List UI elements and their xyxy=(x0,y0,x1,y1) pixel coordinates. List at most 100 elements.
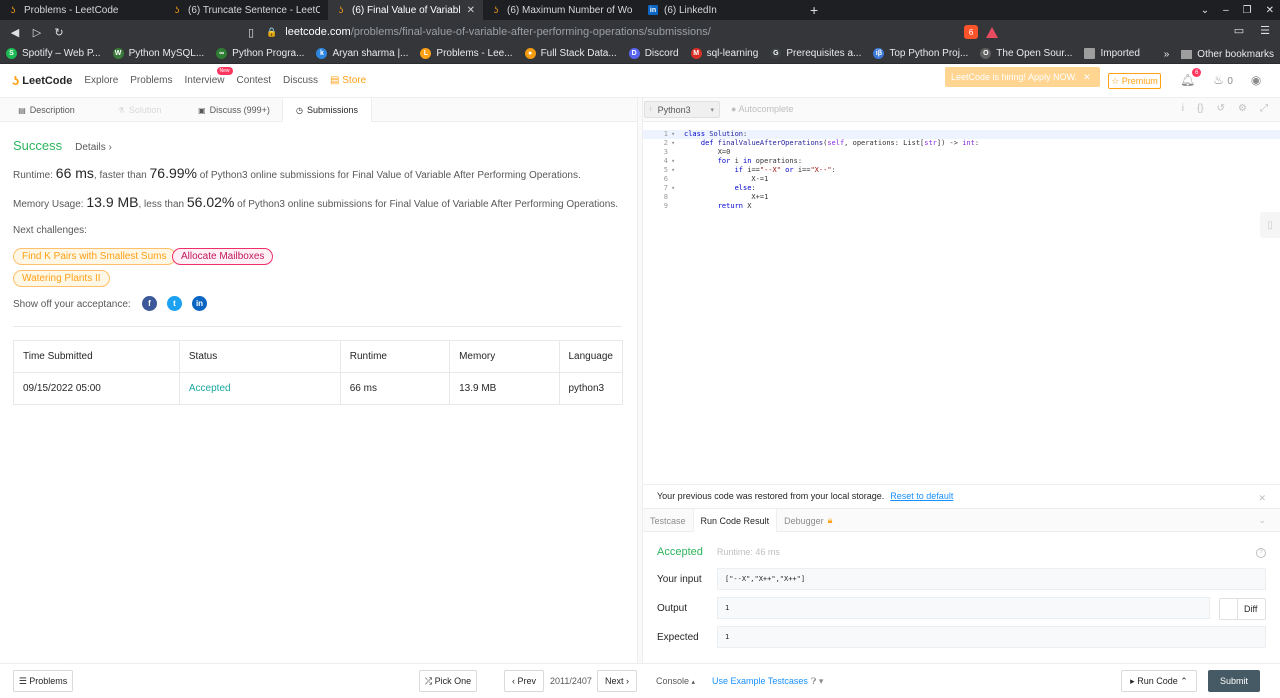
divider xyxy=(13,326,622,327)
problems-button[interactable]: ☰ Problems xyxy=(13,670,73,692)
language-select[interactable]: i Python3 ▾ xyxy=(644,101,720,118)
bookmark-spotify[interactable]: S Spotify – Web P... xyxy=(0,48,107,59)
tab-submissions[interactable]: ◷ Submissions xyxy=(282,98,372,122)
next-button[interactable]: Next › xyxy=(597,670,637,692)
bookmark-discord[interactable]: D Discord xyxy=(623,48,685,59)
code-line: 5 ▾ if i=="--X" or i=="X--": xyxy=(663,166,836,175)
leetcode-logo[interactable]: ʖ LeetCode xyxy=(12,73,72,88)
braces-icon[interactable]: {} xyxy=(1197,103,1204,114)
fold-icon[interactable]: ▾ xyxy=(670,166,684,175)
bookmark-icon[interactable]: ▯ xyxy=(248,26,254,39)
run-status: Accepted xyxy=(657,546,703,558)
tab-debugger[interactable]: Debugger 🔒︎ xyxy=(777,509,839,532)
browser-tab-truncate-sentence[interactable]: ʖ (6) Truncate Sentence - LeetCo xyxy=(164,0,328,20)
more-bookmarks-icon[interactable]: » xyxy=(1164,49,1170,60)
browser-tab-linkedin[interactable]: in (6) LinkedIn xyxy=(640,0,800,20)
bookmark-prerequisites[interactable]: G Prerequisites a... xyxy=(764,48,867,59)
nav-interview[interactable]: Interview New xyxy=(185,67,233,86)
use-example-testcases-link[interactable]: Use Example Testcases xyxy=(712,676,808,686)
fold-icon[interactable]: ▾ xyxy=(670,157,684,166)
autocomplete-toggle[interactable]: ● Autocomplete xyxy=(731,104,794,114)
forward-icon[interactable]: ▷ xyxy=(26,26,48,39)
col-language: Language xyxy=(558,340,623,373)
tab-description[interactable]: ▤ Description xyxy=(0,98,93,122)
chevron-down-icon: ▾ xyxy=(710,106,714,114)
back-icon[interactable]: ◀ xyxy=(4,26,26,39)
close-icon[interactable]: ✕ xyxy=(1258,493,1266,504)
bookmark-top-python-projects[interactable]: iβ Top Python Proj... xyxy=(867,48,974,59)
close-window-icon[interactable]: ✕ xyxy=(1266,5,1274,16)
restore-window-icon[interactable]: ❐ xyxy=(1243,5,1252,16)
leetcode-icon: ʖ xyxy=(338,5,344,15)
bookmark-imported[interactable]: Imported xyxy=(1078,48,1145,59)
nav-explore[interactable]: Explore xyxy=(84,75,118,86)
editor-icons: i {} ↺ ⚙ ⤢ xyxy=(1182,103,1268,114)
brave-rewards-icon[interactable] xyxy=(986,26,999,38)
nav-contest[interactable]: Contest xyxy=(237,75,271,86)
reset-icon[interactable]: ↺ xyxy=(1217,103,1225,114)
bookmark-open-source[interactable]: O The Open Sour... xyxy=(974,48,1078,59)
fold-icon[interactable]: ▾ xyxy=(670,184,684,193)
bookmark-python-mysql[interactable]: W Python MySQL... xyxy=(107,48,211,59)
browser-tab-problems[interactable]: ʖ Problems - LeetCode xyxy=(0,0,164,20)
info-icon[interactable]: i xyxy=(1182,103,1184,114)
tab-run-code-result[interactable]: Run Code Result xyxy=(692,509,778,532)
avatar[interactable]: ◉ xyxy=(1251,73,1261,87)
bookmark-aryan-sharma[interactable]: k Aryan sharma |... xyxy=(310,48,414,59)
chevron-down-icon[interactable]: ⌄ xyxy=(1258,515,1266,526)
close-icon[interactable]: ✕ xyxy=(1083,72,1091,83)
brave-shield-icon[interactable]: 6 xyxy=(964,25,979,39)
menu-icon[interactable]: ☰ xyxy=(1260,24,1270,37)
challenge-find-k-pairs[interactable]: Find K Pairs with Smallest Sums xyxy=(13,248,176,265)
other-bookmarks[interactable]: Other bookmarks xyxy=(1197,49,1274,60)
console-toggle[interactable]: Console ▴ xyxy=(656,676,695,686)
tab-testcase[interactable]: Testcase xyxy=(643,509,693,532)
bookmark-python-programs[interactable]: ∞ Python Progra... xyxy=(210,48,310,59)
discord-icon: D xyxy=(628,48,640,59)
url-field[interactable]: 🔒 leetcode.com/problems/final-value-of-v… xyxy=(266,23,954,41)
bookmark-problems-leetcode[interactable]: L Problems - Lee... xyxy=(414,48,518,59)
fold-icon[interactable]: ▾ xyxy=(670,139,684,148)
browser-tab-maximum-words[interactable]: ʖ (6) Maximum Number of Words xyxy=(483,0,640,20)
browser-tab-final-value[interactable]: ʖ (6) Final Value of Variable Af ✕ xyxy=(328,0,483,20)
output-label: Output xyxy=(657,603,688,614)
settings-icon[interactable]: ⚙ xyxy=(1238,103,1247,114)
help-icon[interactable]: ? xyxy=(1256,548,1266,558)
fullscreen-icon[interactable]: ⤢ xyxy=(1260,103,1268,114)
nav-discuss[interactable]: Discuss xyxy=(283,75,318,86)
help-icon[interactable]: ❓︎ ▾ xyxy=(811,676,823,687)
reload-icon[interactable]: ↻ xyxy=(48,26,70,39)
diff-toggle[interactable]: Diff xyxy=(1219,598,1266,620)
tab-discuss[interactable]: ▣ Discuss (999+) xyxy=(186,98,282,122)
nav-problems[interactable]: Problems xyxy=(130,75,172,86)
challenge-allocate-mailboxes[interactable]: Allocate Mailboxes xyxy=(172,248,274,265)
bookmarks-right: » Other bookmarks xyxy=(1164,44,1274,64)
details-link[interactable]: Details › xyxy=(75,142,112,153)
side-panel-toggle-icon[interactable]: ▯ xyxy=(1260,212,1280,238)
run-code-button[interactable]: ▸ Run Code ⌃ xyxy=(1121,670,1197,692)
facebook-icon[interactable]: f xyxy=(142,296,157,311)
streak-icon[interactable]: ♨ 0 xyxy=(1213,73,1233,87)
fold-icon[interactable]: ▾ xyxy=(670,130,684,139)
premium-button[interactable]: ☆ Premium xyxy=(1108,73,1161,89)
cell-status-link[interactable]: Accepted xyxy=(178,372,341,405)
nav-store[interactable]: ▤ Store xyxy=(330,75,366,86)
reset-to-default-link[interactable]: Reset to default xyxy=(890,491,953,501)
flask-icon: ⚗ xyxy=(117,105,125,115)
new-tab-icon[interactable]: + xyxy=(800,2,828,18)
wallet-icon[interactable]: ▭ xyxy=(1234,24,1244,37)
prev-button[interactable]: ‹ Prev xyxy=(504,670,544,692)
tab-search-icon[interactable]: ⌄ xyxy=(1201,5,1209,16)
code-editor[interactable]: 1 ▾ class Solution: 2 ▾ def finalValueAfter… xyxy=(643,122,1280,484)
bookmark-sql-learning[interactable]: Msql-learning xyxy=(685,48,765,59)
twitter-icon[interactable]: t xyxy=(167,296,182,311)
bookmark-full-stack-data[interactable]: ● Full Stack Data... xyxy=(519,48,623,59)
submit-button[interactable]: Submit xyxy=(1208,670,1260,692)
minimize-icon[interactable]: – xyxy=(1223,5,1229,16)
pick-one-button[interactable]: ⤮ Pick One xyxy=(419,670,477,692)
hiring-banner[interactable]: LeetCode is hiring! Apply NOW. ✕ xyxy=(945,67,1100,87)
challenge-watering-plants[interactable]: Watering Plants II xyxy=(13,270,110,287)
bell-icon[interactable]: 🔔︎ 6 xyxy=(1180,68,1202,87)
linkedin-icon[interactable]: in xyxy=(192,296,207,311)
close-tab-icon[interactable]: ✕ xyxy=(467,5,475,16)
